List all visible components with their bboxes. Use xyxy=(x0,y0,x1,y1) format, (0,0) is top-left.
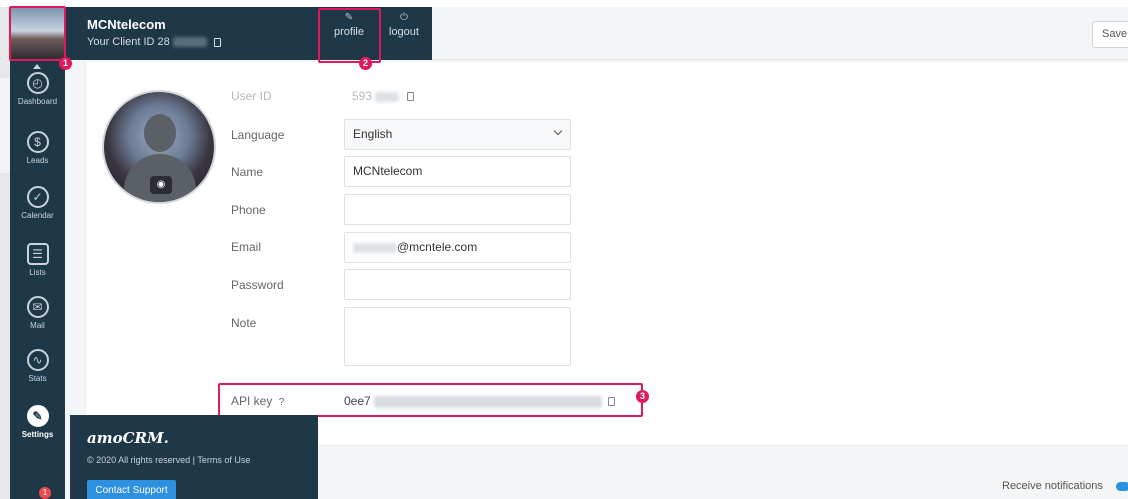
logout-button[interactable]: ⏻ logout xyxy=(377,10,431,50)
mail-icon: ✉ xyxy=(26,296,49,318)
sidebar-item-label: Calendar xyxy=(21,211,54,220)
leads-icon: $ xyxy=(26,131,49,153)
user-id-text: 593 xyxy=(352,89,373,103)
chevron-up-icon[interactable] xyxy=(33,64,41,69)
name-field[interactable]: MCNtelecom xyxy=(344,156,571,187)
company-name: MCNtelecom xyxy=(87,17,166,32)
page-toolbar xyxy=(432,7,1128,60)
notification-badge[interactable]: 1 xyxy=(39,487,51,499)
contact-support-button[interactable]: Contact Support xyxy=(87,480,176,499)
redacted-email-user xyxy=(353,242,397,253)
copy-icon[interactable] xyxy=(406,92,414,102)
highlight-box-api-key xyxy=(218,383,643,417)
user-id-label: User ID xyxy=(231,89,272,103)
dashboard-icon: ◴ xyxy=(26,72,49,94)
marker-2: 2 xyxy=(359,57,372,70)
redacted-user-id xyxy=(375,91,400,102)
note-label: Note xyxy=(231,316,257,330)
copy-icon[interactable] xyxy=(213,37,221,47)
amocrm-logo: amoCRM. xyxy=(87,429,169,447)
power-icon: ⏻ xyxy=(400,12,408,23)
email-domain: @mcntele.com xyxy=(397,240,478,254)
note-field[interactable] xyxy=(344,307,571,366)
background-card xyxy=(0,78,10,173)
client-id: Your Client ID 28 xyxy=(87,36,221,48)
phone-label: Phone xyxy=(231,203,266,217)
stats-icon: ∿ xyxy=(26,349,49,371)
notifications-toggle[interactable] xyxy=(1116,482,1128,491)
marker-1: 1 xyxy=(59,57,72,70)
sidebar-item-label: Stats xyxy=(28,374,47,383)
lists-icon: ☰ xyxy=(26,243,49,265)
highlight-box-profile xyxy=(318,8,381,63)
profile-photo[interactable]: ◉ xyxy=(102,90,216,204)
client-id-label: Your Client ID 28 xyxy=(87,36,170,48)
receive-notifications-label: Receive notifications xyxy=(1002,480,1103,492)
sidebar-item-stats[interactable]: ∿ Stats xyxy=(10,349,65,383)
password-field[interactable] xyxy=(344,269,571,300)
sidebar-item-label: Leads xyxy=(26,156,49,165)
sidebar-item-settings[interactable]: ✎ Settings xyxy=(10,405,65,439)
sidebar-item-label: Mail xyxy=(30,321,45,330)
logout-label: logout xyxy=(389,26,419,38)
save-button[interactable]: Save xyxy=(1092,21,1128,48)
language-select[interactable]: English xyxy=(344,119,571,150)
sidebar-item-label: Dashboard xyxy=(17,97,58,106)
camera-icon[interactable]: ◉ xyxy=(150,176,172,194)
user-id-value: 593 xyxy=(352,89,414,103)
sidebar-item-lists[interactable]: ☰ Lists xyxy=(10,243,65,277)
settings-icon: ✎ xyxy=(26,405,49,427)
sidebar-item-label: Settings xyxy=(21,430,54,439)
language-label: Language xyxy=(231,128,285,142)
name-label: Name xyxy=(231,165,264,179)
sidebar-item-dashboard[interactable]: ◴ Dashboard xyxy=(10,72,65,106)
phone-field[interactable] xyxy=(344,194,571,225)
sidebar-item-leads[interactable]: $ Leads xyxy=(10,131,65,165)
marker-3: 3 xyxy=(636,390,649,403)
redacted-client-id xyxy=(172,37,207,48)
password-label: Password xyxy=(231,278,284,292)
copyright-text: © 2020 All rights reserved | Terms of Us… xyxy=(87,455,251,465)
calendar-icon: ✓ xyxy=(26,186,49,208)
sidebar-item-label: Lists xyxy=(29,268,46,277)
chevron-down-icon xyxy=(553,126,563,136)
sidebar-item-mail[interactable]: ✉ Mail xyxy=(10,296,65,330)
avatar-silhouette-head xyxy=(144,114,176,152)
email-label: Email xyxy=(231,240,262,254)
highlight-box-account xyxy=(9,6,66,61)
language-value: English xyxy=(353,127,393,141)
sidebar-item-calendar[interactable]: ✓ Calendar xyxy=(10,186,65,220)
email-field[interactable]: @mcntele.com xyxy=(344,232,571,263)
